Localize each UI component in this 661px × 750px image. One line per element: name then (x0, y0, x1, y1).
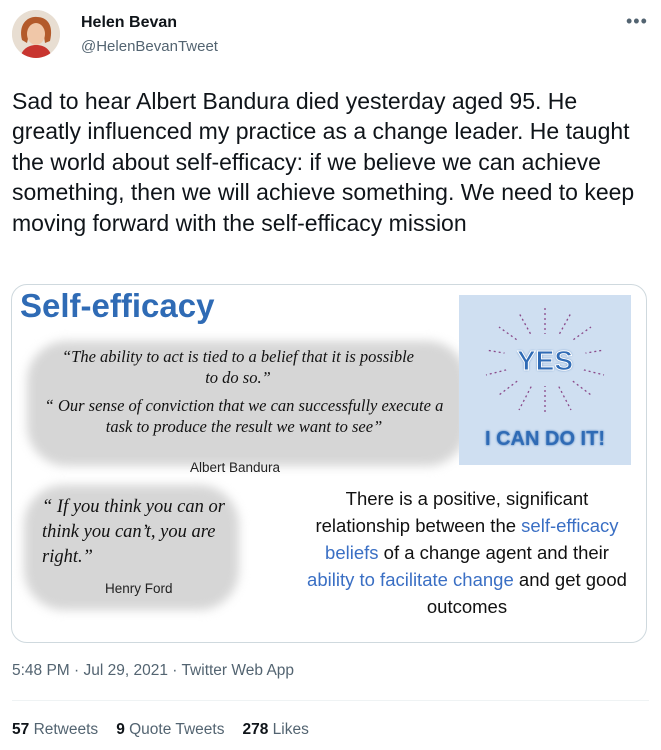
can-do-text: I CAN DO IT! (485, 428, 605, 450)
retweets-label: Retweets (33, 721, 99, 738)
retweets-stat[interactable]: 57 Retweets (12, 721, 98, 738)
statement-part: of a change agent and their (378, 542, 609, 563)
likes-count: 278 (242, 721, 269, 738)
quotes-count: 9 (116, 721, 125, 738)
yes-text: YES (516, 345, 574, 377)
efficacy-statement: There is a positive, significant relatio… (302, 485, 632, 620)
yes-graphic: YES I CAN DO IT! (459, 295, 631, 465)
highlight-ability: ability to facilitate change (307, 569, 514, 590)
ford-quote: “ If you think you can or think you can’… (42, 497, 225, 567)
image-title: Self-efficacy (20, 287, 215, 324)
quotes-stat[interactable]: 9 Quote Tweets (116, 721, 224, 738)
quotes-label: Quote Tweets (129, 721, 225, 738)
author-handle[interactable]: @HelenBevanTweet (81, 38, 218, 55)
likes-label: Likes (272, 721, 309, 738)
author-name[interactable]: Helen Bevan (81, 14, 177, 32)
ford-author: Henry Ford (105, 581, 173, 596)
bandura-quote-1: “The ability to act is tied to a belief … (62, 347, 414, 387)
retweets-count: 57 (12, 721, 30, 738)
more-dots-icon[interactable]: ••• (626, 11, 648, 32)
tweet-text: Sad to hear Albert Bandura died yesterda… (12, 88, 635, 236)
tweet-media-image[interactable]: Self-efficacy “The ability to act is tie… (11, 284, 647, 643)
divider (12, 700, 649, 701)
engagement-stats: 57 Retweets 9 Quote Tweets 278 Likes (12, 721, 309, 739)
bandura-quote-2: “ Our sense of conviction that we can su… (44, 396, 444, 436)
tweet-timestamp[interactable]: 5:48 PM · Jul 29, 2021 · Twitter Web App (12, 662, 294, 680)
avatar[interactable] (12, 10, 60, 58)
likes-stat[interactable]: 278 Likes (242, 721, 308, 738)
quote-author: Albert Bandura (190, 460, 281, 475)
